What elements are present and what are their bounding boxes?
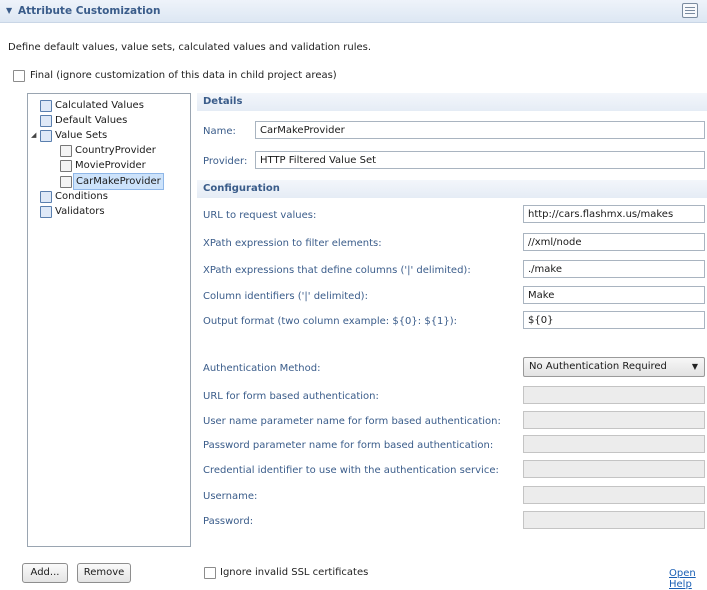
section-description: Define default values, value sets, calcu… <box>8 42 372 53</box>
output-format-field[interactable]: ${0} <box>523 311 705 329</box>
open-help-link[interactable]: Open Help <box>669 568 707 590</box>
final-checkbox-label[interactable]: Final (ignore customization of this data… <box>30 70 337 81</box>
configuration-group: Configuration <box>197 180 707 198</box>
name-label: Name: <box>203 126 236 137</box>
folder-icon <box>40 191 52 203</box>
output-format-label: Output format (two column example: ${0}:… <box>203 316 458 327</box>
section-menu-icon[interactable] <box>682 3 698 18</box>
customization-tree[interactable]: Calculated Values Default Values ◢ Value… <box>27 93 191 547</box>
final-checkbox[interactable] <box>13 70 25 82</box>
url-field[interactable]: http://cars.flashmx.us/makes <box>523 205 705 223</box>
details-title: Details <box>197 93 707 111</box>
password-field[interactable] <box>523 511 705 529</box>
auth-method-select[interactable]: No Authentication Required ▼ <box>523 357 705 377</box>
username-param-label: User name parameter name for form based … <box>203 416 501 427</box>
document-icon <box>60 160 72 172</box>
add-button[interactable]: Add... <box>22 563 68 583</box>
username-param-field[interactable] <box>523 411 705 429</box>
url-label: URL to request values: <box>203 210 317 221</box>
chevron-down-icon: ▼ <box>691 362 698 371</box>
provider-field[interactable]: HTTP Filtered Value Set <box>255 151 705 169</box>
column-identifiers-label: Column identifiers ('|' delimited): <box>203 291 368 302</box>
password-param-label: Password parameter name for form based a… <box>203 440 494 451</box>
ignore-ssl-checkbox[interactable] <box>204 567 216 579</box>
tree-item-label: Default Values <box>55 115 128 126</box>
form-auth-url-label: URL for form based authentication: <box>203 391 379 402</box>
auth-method-value: No Authentication Required <box>529 361 667 372</box>
remove-button[interactable]: Remove <box>77 563 131 583</box>
configuration-title: Configuration <box>197 180 707 198</box>
xpath-columns-label: XPath expressions that define columns ('… <box>203 265 471 276</box>
section-title[interactable]: Attribute Customization <box>18 5 160 17</box>
section-header: ▼ Attribute Customization <box>0 0 707 23</box>
document-icon <box>60 145 72 157</box>
password-label: Password: <box>203 516 254 527</box>
tree-item-label: Calculated Values <box>55 100 144 111</box>
tree-item-label: MovieProvider <box>75 160 146 171</box>
credential-id-label: Credential identifier to use with the au… <box>203 465 499 476</box>
folder-icon <box>40 100 52 112</box>
tree-item-label: Validators <box>55 206 105 217</box>
folder-icon <box>40 115 52 127</box>
tree-item-label: CountryProvider <box>75 145 156 156</box>
name-field[interactable]: CarMakeProvider <box>255 121 705 139</box>
folder-icon <box>40 130 52 142</box>
xpath-filter-field[interactable]: //xml/node <box>523 233 705 251</box>
ignore-ssl-label[interactable]: Ignore invalid SSL certificates <box>220 567 368 578</box>
tree-item-label: CarMakeProvider <box>73 173 164 190</box>
column-identifiers-field[interactable]: Make <box>523 286 705 304</box>
xpath-filter-label: XPath expression to filter elements: <box>203 238 382 249</box>
tree-item-label: Conditions <box>55 191 108 202</box>
form-auth-url-field[interactable] <box>523 386 705 404</box>
expand-icon[interactable]: ◢ <box>31 128 36 143</box>
tree-item-label: Value Sets <box>55 130 108 141</box>
collapse-icon[interactable]: ▼ <box>6 6 12 15</box>
xpath-columns-field[interactable]: ./make <box>523 260 705 278</box>
username-label: Username: <box>203 491 258 502</box>
password-param-field[interactable] <box>523 435 705 453</box>
provider-label: Provider: <box>203 156 248 167</box>
document-icon <box>60 176 72 188</box>
auth-method-label: Authentication Method: <box>203 363 321 374</box>
username-field[interactable] <box>523 486 705 504</box>
folder-icon <box>40 206 52 218</box>
credential-id-field[interactable] <box>523 460 705 478</box>
details-group: Details <box>197 93 707 111</box>
